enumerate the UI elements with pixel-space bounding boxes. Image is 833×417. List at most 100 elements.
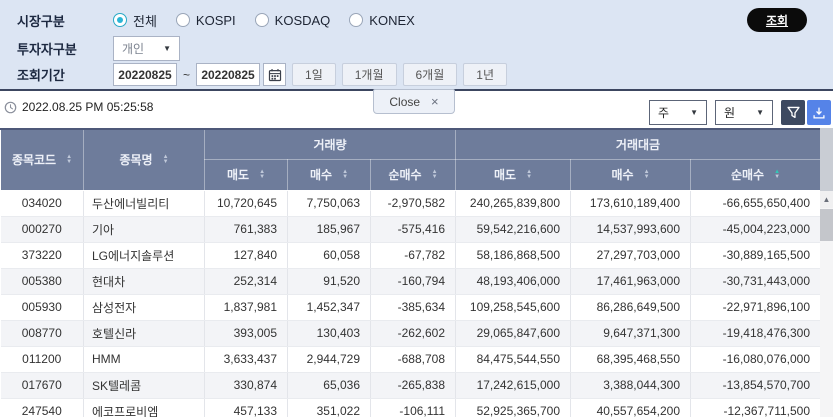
period-6month-button[interactable]: 6개월 (403, 63, 458, 86)
table-cell: 008770 (1, 320, 84, 346)
header-amount-buy[interactable]: 매수 ▲▼ (571, 159, 691, 190)
table-cell: 3,388,044,300 (571, 372, 691, 398)
table-row[interactable]: 011200HMM3,633,4372,944,729-688,70884,47… (1, 346, 821, 372)
table-cell: 58,186,868,500 (456, 242, 571, 268)
table-cell: -385,634 (371, 294, 456, 320)
table-cell: 52,925,365,700 (456, 398, 571, 417)
period-label: 조회기간 (17, 65, 113, 84)
date-to-input[interactable] (196, 63, 260, 86)
header-volume-buy[interactable]: 매수 ▲▼ (288, 159, 371, 190)
filter-button[interactable] (781, 100, 805, 125)
radio-label: KOSPI (196, 13, 236, 28)
table-cell: 17,461,963,000 (571, 268, 691, 294)
close-tab[interactable]: Close × (373, 89, 455, 114)
unit-share-value: 주 (658, 104, 669, 121)
timestamp-text: 2022.08.25 PM 05:25:58 (22, 100, 153, 114)
table-row[interactable]: 005930삼성전자1,837,9811,452,347-385,634109,… (1, 294, 821, 320)
close-icon[interactable]: × (431, 95, 439, 108)
chevron-down-icon: ▼ (690, 108, 698, 117)
table-cell: -45,004,223,000 (691, 216, 821, 242)
search-button[interactable]: 조회 (747, 8, 807, 32)
table-cell: 005380 (1, 268, 84, 294)
header-amount-net[interactable]: 순매수 ▲▼ (691, 159, 821, 190)
header-amount-label: 거래대금 (616, 136, 660, 153)
table-cell: 005930 (1, 294, 84, 320)
table-cell: 351,022 (288, 398, 371, 417)
table-cell: 두산에너빌리티 (84, 190, 205, 216)
scrollbar-thumb[interactable] (820, 209, 833, 241)
table-cell: -688,708 (371, 346, 456, 372)
radio-label: KOSDAQ (275, 13, 331, 28)
table-cell: -30,889,165,500 (691, 242, 821, 268)
radio-market-all[interactable]: 전체 (113, 11, 157, 30)
period-filter-row: 조회기간 ~ 1일 1개월 6개월 1년 (17, 63, 507, 86)
calendar-button[interactable] (263, 63, 286, 86)
header-label: 매도 (227, 166, 249, 183)
header-amount-group: 거래대금 (456, 129, 821, 159)
scroll-up-button[interactable]: ▲ (820, 191, 833, 208)
table-cell: LG에너지솔루션 (84, 242, 205, 268)
header-amount-sell[interactable]: 매도 ▲▼ (456, 159, 571, 190)
table-cell: 1,452,347 (288, 294, 371, 320)
table-cell: 017670 (1, 372, 84, 398)
table-cell: 에코프로비엠 (84, 398, 205, 417)
header-label: 매수 (611, 166, 633, 183)
sort-icon: ▲▼ (259, 170, 265, 180)
table-cell: 173,610,189,400 (571, 190, 691, 216)
header-volume-net[interactable]: 순매수 ▲▼ (371, 159, 456, 190)
vertical-scrollbar[interactable]: ▲ (820, 128, 833, 417)
header-name[interactable]: 종목명 ▲▼ (84, 129, 205, 190)
table-cell: 17,242,615,000 (456, 372, 571, 398)
unit-share-select[interactable]: 주 ▼ (649, 100, 707, 125)
table-cell: -12,367,711,500 (691, 398, 821, 417)
period-1year-button[interactable]: 1년 (463, 63, 507, 86)
unit-currency-select[interactable]: 원 ▼ (715, 100, 773, 125)
table-cell: 330,874 (205, 372, 288, 398)
period-1month-button[interactable]: 1개월 (342, 63, 397, 86)
table-cell: 7,750,063 (288, 190, 371, 216)
table-row[interactable]: 000270기아761,383185,967-575,41659,542,216… (1, 216, 821, 242)
sort-icon-active: ▲▼ (774, 170, 780, 180)
header-volume-sell[interactable]: 매도 ▲▼ (205, 159, 288, 190)
header-label: 매도 (494, 166, 516, 183)
table-cell: 14,537,993,600 (571, 216, 691, 242)
table-cell: 3,633,437 (205, 346, 288, 372)
radio-label: KONEX (369, 13, 415, 28)
table-cell: 40,557,654,200 (571, 398, 691, 417)
radio-icon (255, 13, 269, 27)
radio-market-konex[interactable]: KONEX (349, 13, 415, 28)
table-cell: 91,520 (288, 268, 371, 294)
table-cell: -13,854,570,700 (691, 372, 821, 398)
header-label: 순매수 (731, 166, 764, 183)
table-cell: 761,383 (205, 216, 288, 242)
table-cell: 130,403 (288, 320, 371, 346)
period-1day-button[interactable]: 1일 (292, 63, 336, 86)
table-row[interactable]: 034020두산에너빌리티10,720,6457,750,063-2,970,5… (1, 190, 821, 216)
header-code[interactable]: 종목코드 ▲▼ (1, 129, 84, 190)
table-row[interactable]: 247540에코프로비엠457,133351,022-106,11152,925… (1, 398, 821, 417)
calendar-icon (268, 68, 282, 82)
investor-select[interactable]: 개인 ▼ (113, 36, 180, 61)
table-cell: 252,314 (205, 268, 288, 294)
table-cell: 9,647,371,300 (571, 320, 691, 346)
table-cell: 65,036 (288, 372, 371, 398)
download-button[interactable] (807, 100, 831, 125)
table-cell: 59,542,216,600 (456, 216, 571, 242)
radio-market-kosdaq[interactable]: KOSDAQ (255, 13, 331, 28)
table-cell: SK텔레콤 (84, 372, 205, 398)
table-cell: 000270 (1, 216, 84, 242)
sort-icon: ▲▼ (644, 170, 650, 180)
table-row[interactable]: 005380현대차252,31491,520-160,79448,193,406… (1, 268, 821, 294)
radio-icon (176, 13, 190, 27)
radio-market-kospi[interactable]: KOSPI (176, 13, 236, 28)
date-from-input[interactable] (113, 63, 177, 86)
table-row[interactable]: 017670SK텔레콤330,87465,036-265,83817,242,6… (1, 372, 821, 398)
stock-trading-window: 시장구분 전체 KOSPI KOSDAQ KONEX 투자자구분 개인 (0, 0, 833, 417)
table-cell: -265,838 (371, 372, 456, 398)
table-cell: -575,416 (371, 216, 456, 242)
unit-currency-value: 원 (724, 104, 735, 121)
table-row[interactable]: 008770호텔신라393,005130,403-262,60229,065,8… (1, 320, 821, 346)
table-row[interactable]: 373220LG에너지솔루션127,84060,058-67,78258,186… (1, 242, 821, 268)
table-cell: 호텔신라 (84, 320, 205, 346)
filter-panel: 시장구분 전체 KOSPI KOSDAQ KONEX 투자자구분 개인 (0, 0, 833, 91)
